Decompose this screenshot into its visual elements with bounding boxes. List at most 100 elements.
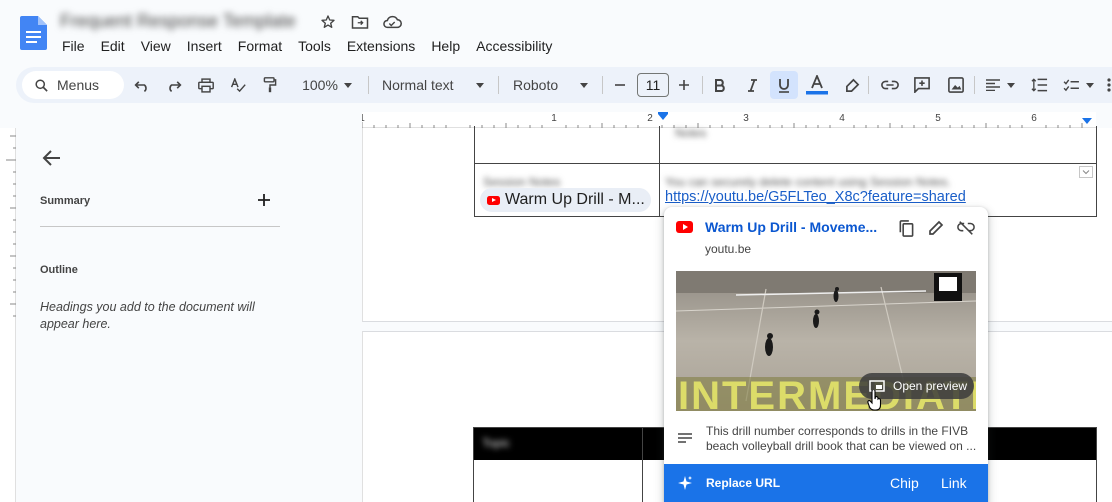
edit-link-icon[interactable]: [926, 218, 946, 238]
back-arrow-icon[interactable]: [40, 146, 64, 170]
highlighter-icon: [845, 78, 859, 92]
ruler-mark: 1: [362, 113, 365, 124]
right-indent-marker-icon[interactable]: [1082, 118, 1092, 124]
menu-format[interactable]: Format: [238, 38, 289, 54]
youtube-icon: [487, 195, 500, 205]
more-options-button[interactable]: [1106, 67, 1112, 103]
menu-help[interactable]: Help: [431, 38, 467, 54]
open-preview-label: Open preview: [893, 379, 968, 393]
increase-font-size-button[interactable]: [676, 67, 692, 103]
copy-link-icon[interactable]: [896, 218, 916, 238]
summary-heading: Summary: [40, 195, 91, 207]
chevron-down-icon: [1007, 82, 1015, 88]
font-size-input[interactable]: 11: [637, 73, 669, 97]
preview-title-link[interactable]: Warm Up Drill - Moveme...: [705, 219, 877, 235]
youtube-link[interactable]: https://youtu.be/G5FLTeo_X8c?feature=sha…: [665, 189, 966, 205]
image-icon: [948, 77, 964, 93]
zoom-value: 100%: [302, 77, 338, 93]
blurred-cell: Session Notes: [483, 175, 561, 189]
preview-description: This drill number corresponds to drills …: [706, 424, 977, 453]
ruler-mark: 2: [647, 113, 653, 124]
add-comment-button[interactable]: [912, 67, 932, 103]
hand-pointer-cursor-icon: [867, 390, 882, 411]
highlight-color-button[interactable]: [842, 67, 862, 103]
bold-button[interactable]: [710, 67, 730, 103]
add-comment-icon: [914, 77, 930, 93]
search-icon: [35, 78, 48, 92]
remove-link-icon[interactable]: [956, 218, 976, 238]
underline-button[interactable]: [770, 71, 798, 99]
menu-file[interactable]: File: [62, 38, 92, 54]
undo-icon: [134, 81, 147, 92]
print-button[interactable]: [196, 67, 216, 103]
cloud-status-icon[interactable]: [382, 12, 402, 32]
smart-chip-label: Warm Up Drill - M...: [505, 191, 645, 208]
ruler-mark: 3: [743, 113, 749, 124]
ruler-mark: 5: [935, 113, 941, 124]
outline-heading: Outline: [40, 264, 78, 276]
text-color-icon: [806, 75, 828, 95]
checklist-dropdown[interactable]: [1058, 67, 1098, 103]
document-title[interactable]: Frequent Response Template: [60, 11, 300, 33]
text-color-button[interactable]: [804, 67, 830, 103]
toolbar-divider: [602, 76, 603, 94]
redo-button[interactable]: [164, 67, 184, 103]
menu-edit[interactable]: Edit: [101, 38, 132, 54]
first-line-indent-icon[interactable]: [658, 112, 668, 114]
toolbar-divider: [498, 76, 499, 94]
youtube-icon: [676, 221, 693, 233]
indent-marker-icon[interactable]: [658, 114, 668, 120]
spellcheck-button[interactable]: [228, 67, 248, 103]
toolbar-divider: [868, 76, 869, 94]
menu-tools[interactable]: Tools: [298, 38, 338, 54]
paragraph-style-dropdown[interactable]: Normal text: [382, 67, 484, 103]
cell-dropdown-icon[interactable]: [1079, 166, 1093, 178]
plus-icon: [679, 80, 689, 90]
redo-icon: [169, 81, 182, 92]
ruler-mark: 1: [551, 113, 557, 124]
italic-button[interactable]: [742, 67, 762, 103]
insert-image-button[interactable]: [946, 67, 966, 103]
menu-extensions[interactable]: Extensions: [347, 38, 422, 54]
decrease-font-size-button[interactable]: [612, 67, 628, 103]
docs-logo-icon[interactable]: [20, 16, 47, 50]
paint-format-button[interactable]: [260, 67, 280, 103]
title-bar: Frequent Response Template File Edit Vie…: [0, 0, 1112, 62]
line-spacing-button[interactable]: [1028, 67, 1050, 103]
paragraph-style-value: Normal text: [382, 77, 454, 93]
menu-accessibility[interactable]: Accessibility: [476, 38, 559, 54]
outline-empty-hint: Headings you add to the document will ap…: [40, 300, 255, 331]
align-dropdown[interactable]: [982, 67, 1018, 103]
link-button[interactable]: Link: [941, 475, 967, 491]
insert-link-button[interactable]: [880, 67, 900, 103]
menu-insert[interactable]: Insert: [187, 38, 229, 54]
table-row[interactable]: Notes: [474, 126, 1097, 164]
bold-icon: [714, 78, 725, 92]
sparkle-icon: [678, 476, 692, 490]
blurred-cell: Notes: [675, 126, 707, 140]
chip-button[interactable]: Chip: [890, 475, 919, 491]
zoom-dropdown[interactable]: 100%: [294, 67, 360, 103]
line-spacing-icon: [1030, 78, 1047, 92]
italic-icon: [747, 78, 757, 92]
blurred-header-cell: Topic: [482, 436, 511, 450]
font-value: Roboto: [513, 77, 559, 93]
chevron-down-icon: [580, 82, 588, 88]
move-folder-icon[interactable]: [350, 12, 370, 32]
toolbar: Menus 100% Normal text Roboto 11: [16, 67, 1112, 103]
add-summary-icon[interactable]: [256, 192, 272, 208]
star-icon[interactable]: [318, 12, 338, 32]
paint-format-icon: [263, 77, 277, 93]
youtube-smart-chip[interactable]: Warm Up Drill - M...: [480, 188, 651, 212]
vertical-ruler[interactable]: [0, 128, 16, 502]
google-docs-window: Frequent Response Template File Edit Vie…: [0, 0, 1112, 502]
replace-url-button[interactable]: Replace URL: [706, 476, 780, 490]
chevron-down-icon: [343, 82, 352, 88]
vertical-ruler-ticks: [6, 135, 16, 317]
checklist-icon: [1063, 79, 1079, 91]
menu-view[interactable]: View: [141, 38, 178, 54]
menus-search-box[interactable]: Menus: [22, 71, 124, 99]
undo-button[interactable]: [132, 67, 152, 103]
font-dropdown[interactable]: Roboto: [513, 67, 588, 103]
video-thumbnail[interactable]: INTERMEDIATE Open preview: [676, 271, 976, 411]
